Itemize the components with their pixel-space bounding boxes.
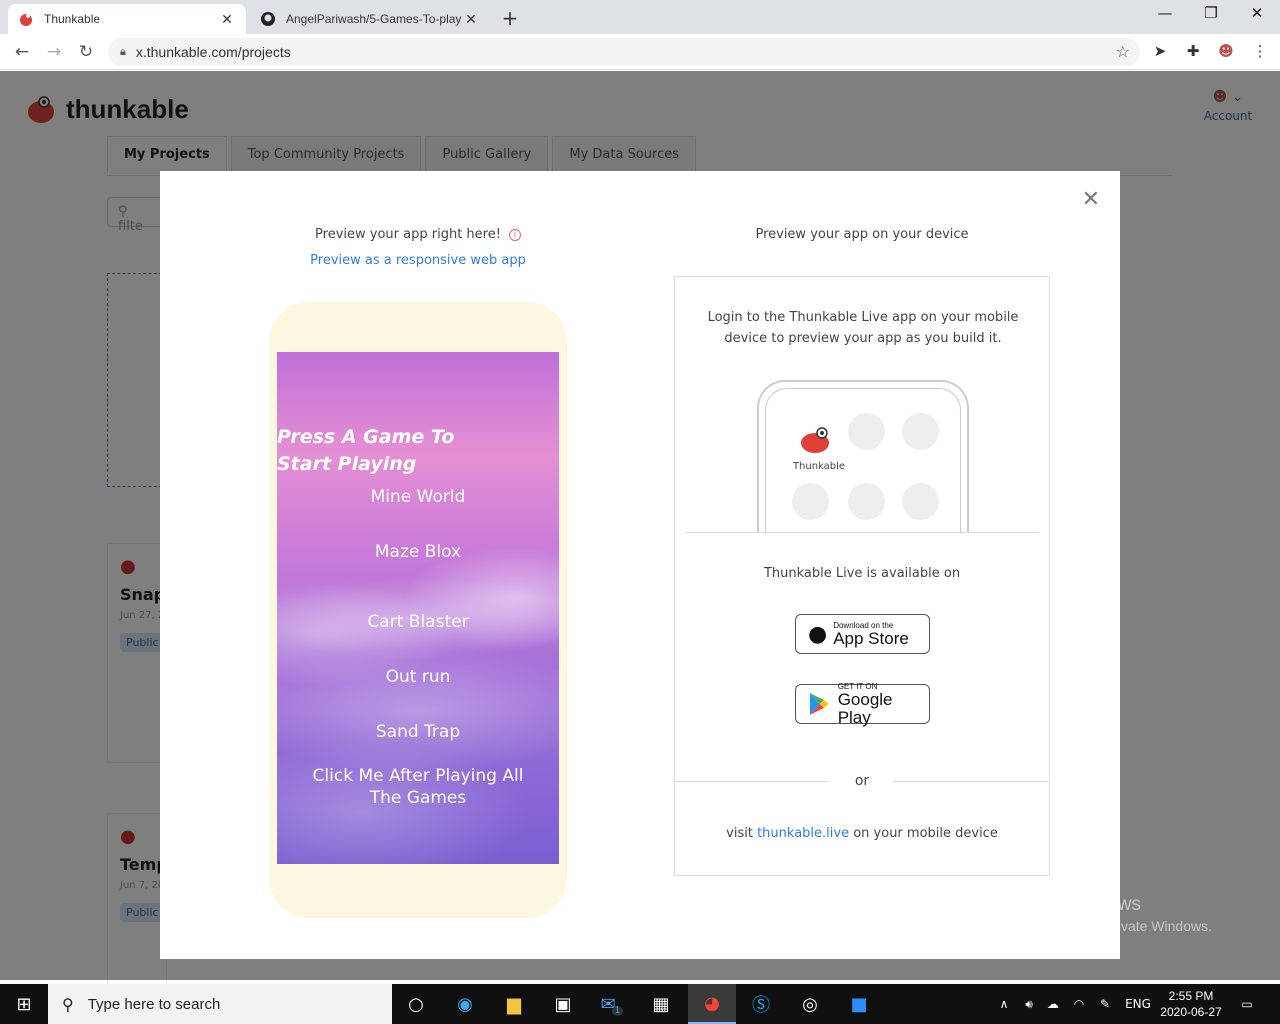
chrome-icon[interactable]: ◕ [688,984,736,1024]
close-window-icon[interactable]: ✕ [1234,4,1280,26]
tab-title: AngelPariwash/5-Games-To-play [286,12,462,26]
obs-icon[interactable]: ◎ [786,984,834,1024]
mail-icon[interactable]: ✉ 1 [588,984,636,1024]
responsive-web-app-link[interactable]: Preview as a responsive web app [250,253,586,268]
forward-arrow-icon[interactable]: → [42,40,66,64]
tray-chevron-icon[interactable]: ∧ [994,984,1014,1024]
task-view-icon[interactable]: ○ [392,984,440,1024]
clock-time: 2:55 PM [1168,989,1214,1003]
thunkable-favicon-icon [20,14,32,26]
microsoft-store-icon[interactable]: ▣ [539,984,587,1024]
back-arrow-icon[interactable]: ← [10,40,34,64]
activate-windows-watermark: Activate Windows Go to Settings to activ… [991,894,1212,934]
notifications-icon[interactable]: ▭ [1234,984,1260,1024]
login-instructions: Login to the Thunkable Live app on your … [707,310,1019,346]
app-store-button[interactable]: ● Download on the App Store [795,614,930,654]
lock-icon: 🔒︎ [120,45,126,58]
apple-icon: ● [808,621,828,647]
visit-instructions: visit thunkable.live on your mobile devi… [675,826,1049,841]
thunkable-live-link[interactable]: thunkable.live [757,826,849,841]
clock-date: 2020-06-27 [1160,1005,1222,1019]
wifi-icon[interactable]: ◠ [1068,984,1090,1024]
restore-icon[interactable]: ❐ [1188,4,1234,26]
taskbar-clock[interactable]: 2:55 PM 2020-06-27 [1158,988,1224,1020]
taskbar-search-box[interactable]: ⚲ Type here to search [48,984,392,1024]
mini-phone-illustration: Thunkable [757,380,969,534]
calculator-icon[interactable]: ▦ [637,984,685,1024]
windows-start-icon[interactable]: ⊞ [0,984,48,1024]
placeholder-app-icon [902,413,939,450]
divider [685,532,1039,533]
browser-tab-github[interactable]: AngelPariwash/5-Games-To-play ✕ [250,4,490,34]
preview-headline: Press A Game To Start Playing [277,426,455,475]
url-text: x.thunkable.com/projects [135,44,291,60]
placeholder-app-icon [902,483,939,520]
puzzle-extensions-icon[interactable]: ✚ [1183,42,1203,62]
device-preview-heading: Preview your app on your device [755,227,969,242]
language-indicator[interactable]: ENG [1122,984,1154,1024]
thunkable-mascot-icon [801,427,829,453]
browser-toolbar: ← → ↻ 🔒︎ x.thunkable.com/projects ☆ ➤ ✚ … [0,34,1280,70]
close-tab-icon[interactable]: ✕ [218,11,236,28]
send-extension-icon[interactable]: ➤ [1150,42,1170,62]
menu-kebab-icon[interactable]: ⋮ [1250,42,1270,62]
placeholder-app-icon [848,483,885,520]
new-tab-button[interactable]: + [498,6,522,30]
minimize-icon[interactable]: — [1142,4,1188,26]
game-button-cart-blaster[interactable]: Cart Blaster [277,611,559,633]
address-bar[interactable]: 🔒︎ x.thunkable.com/projects ☆ [108,38,1140,66]
volume-icon[interactable]: 🔊︎ [1018,984,1040,1024]
watermark-title: Activate Windows [991,894,1141,915]
windows-taskbar: ⊞ ⚲ Type here to search ○ ◉ ▆ ▣ ✉ 1 ▦ ◕ Ⓢ… [0,984,1280,1024]
pen-icon[interactable]: ✎ [1094,984,1116,1024]
info-icon[interactable]: i [508,228,521,241]
game-button-out-run[interactable]: Out run [277,666,559,688]
zoom-icon[interactable]: ■ [835,984,883,1024]
game-button-sand-trap[interactable]: Sand Trap [277,721,559,743]
visit-suffix: on your mobile device [853,826,998,841]
reload-icon[interactable]: ↻ [74,40,98,64]
placeholder-app-icon [792,483,829,520]
browser-tab-thunkable[interactable]: Thunkable ✕ [8,4,246,34]
search-icon: ⚲ [62,994,74,1014]
app-preview-screen: Press A Game To Start Playing Mine World… [277,352,559,864]
skype-icon[interactable]: Ⓢ [737,984,785,1024]
close-icon[interactable]: ✕ [1082,187,1100,212]
browser-tab-strip: Thunkable ✕ AngelPariwash/5-Games-To-pla… [0,0,1280,34]
preview-here-text: Preview your app right here! [315,227,501,242]
mini-phone-screen: Thunkable [765,388,961,534]
google-play-button[interactable]: GET IT ON Google Play [795,682,930,727]
preview-here-heading: Preview your app right here! i [250,227,586,242]
profile-avatar-icon[interactable]: ☻ [1216,42,1236,62]
onedrive-icon[interactable]: ☁ [1042,984,1064,1024]
device-preview-panel: Login to the Thunkable Live app on your … [674,276,1050,876]
watermark-subtitle: Go to Settings to activate Windows. [991,918,1212,934]
availability-text: Thunkable Live is available on [763,566,961,581]
preview-modal: ✕ Preview your app right here! i Preview … [160,171,1120,959]
phone-preview-frame: Press A Game To Start Playing Mine World… [269,302,567,918]
game-button-mine-world[interactable]: Mine World [277,486,559,508]
mini-app-label: Thunkable [792,461,846,472]
taskbar-search-placeholder: Type here to search [87,995,221,1013]
game-button-maze-blox[interactable]: Maze Blox [277,541,559,563]
visit-prefix: visit [726,826,753,841]
edge-browser-icon[interactable]: ◉ [441,984,489,1024]
placeholder-app-icon [848,413,885,450]
app-store-big-text: App Store [833,628,909,648]
close-tab-icon[interactable]: ✕ [462,11,480,28]
or-text: or [854,773,870,789]
finish-games-button[interactable]: Click Me After Playing All The Games [297,765,539,809]
mail-badge: 1 [611,1006,624,1016]
google-play-big-text: Google Play [837,689,893,727]
tab-title: Thunkable [44,12,101,26]
bookmark-star-icon[interactable]: ☆ [1116,42,1130,61]
file-explorer-icon[interactable]: ▆ [490,984,538,1024]
google-play-icon [809,693,829,715]
github-favicon-icon [261,12,275,26]
